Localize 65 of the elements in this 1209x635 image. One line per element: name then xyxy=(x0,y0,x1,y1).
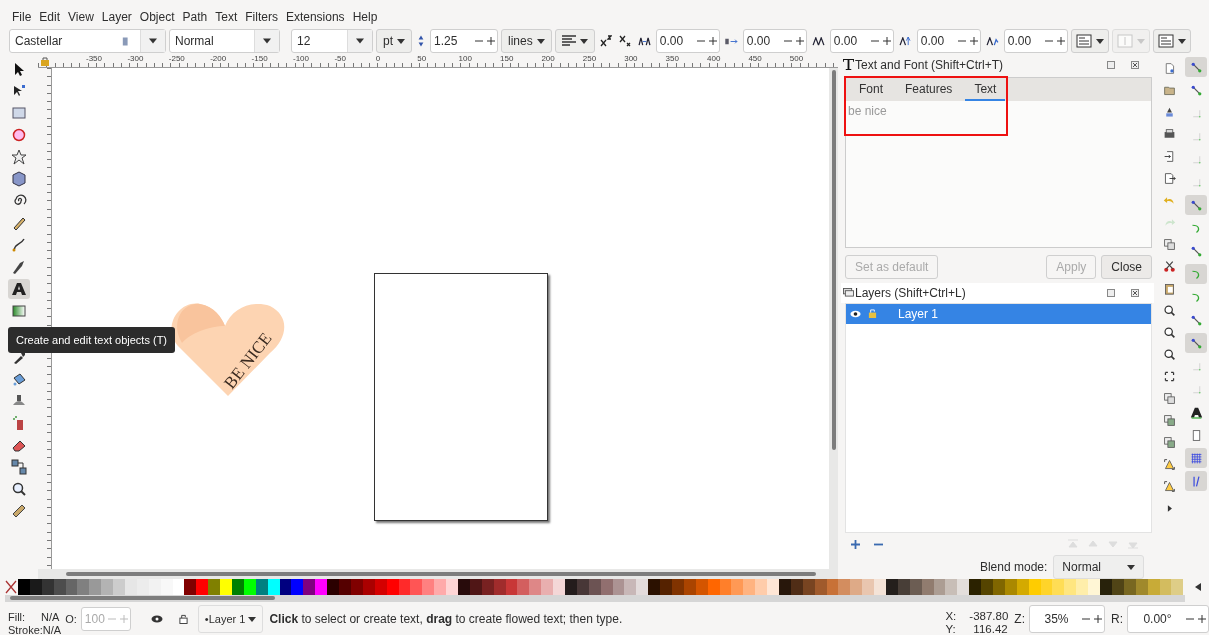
layer-row[interactable]: Layer 1 xyxy=(846,303,1151,324)
fill-value: N/A xyxy=(41,611,60,624)
font-size-combo[interactable]: 12 xyxy=(291,29,373,53)
character-rotation-field[interactable]: 0.00 xyxy=(1003,29,1068,53)
ruler-label: 500 xyxy=(789,54,804,63)
blend-mode-label: Blend mode: xyxy=(979,560,1048,574)
kerning-field[interactable]: 0.00 xyxy=(829,29,894,53)
x-label: X: xyxy=(945,610,957,623)
vertical-shift-field[interactable]: 0.00 xyxy=(916,29,981,53)
opacity-label: O: xyxy=(65,613,77,625)
ruler-label: -100 xyxy=(293,54,309,63)
stroke-label: Stroke: xyxy=(8,624,43,635)
layer-name: Layer 1 xyxy=(898,306,939,321)
status-message: Click to select or create text, drag to create flowed text; then type. xyxy=(269,612,624,626)
tooltip: Create and edit text objects (T) xyxy=(8,327,175,353)
ruler-label: -50 xyxy=(334,54,346,63)
dialog-title: Layers (Shift+Ctrl+L) xyxy=(855,285,967,300)
dialog-tab[interactable]: Text xyxy=(965,77,1006,101)
rotation-label: R: xyxy=(1111,612,1123,626)
dialog-tab[interactable]: Features xyxy=(896,77,962,101)
unit-dropdown[interactable]: pt xyxy=(376,29,412,53)
font-style-combo[interactable]: Normal xyxy=(169,29,280,53)
ruler-label: 400 xyxy=(707,54,721,63)
ruler-label: 450 xyxy=(748,54,762,63)
stroke-value: N/A xyxy=(42,624,62,635)
menu-item[interactable]: Help xyxy=(348,10,382,24)
ruler-label: 200 xyxy=(541,54,555,63)
menu-item[interactable]: Object xyxy=(135,10,179,24)
menu-item[interactable]: Layer xyxy=(97,10,136,24)
layer-dropdown[interactable]: •Layer 1 xyxy=(197,605,264,633)
ruler-label: -350 xyxy=(86,54,102,63)
menu-item[interactable]: View xyxy=(64,10,98,24)
zoom-field[interactable]: 35% xyxy=(1029,605,1105,633)
ruler-label: -300 xyxy=(127,54,144,63)
ruler-label: -150 xyxy=(251,54,268,63)
ruler-label: 350 xyxy=(665,54,679,63)
fill-label: Fill: xyxy=(8,611,26,624)
menu-item[interactable]: Extensions xyxy=(281,10,349,24)
menu-item[interactable]: Path xyxy=(178,10,212,24)
ruler-label: 100 xyxy=(458,54,472,63)
line-spacing-unit-dropdown[interactable]: lines xyxy=(501,29,552,53)
menu-item[interactable]: Text xyxy=(211,10,242,24)
blend-mode-dropdown[interactable]: Normal xyxy=(1053,555,1144,579)
font-family-combo[interactable]: Castellar xyxy=(9,29,166,53)
word-spacing-field[interactable]: 0.00 xyxy=(742,29,807,53)
menu-item[interactable]: Filters xyxy=(241,10,282,24)
ruler-label: 0 xyxy=(375,54,381,63)
y-label: Y: xyxy=(945,623,956,635)
ruler-label: -200 xyxy=(210,54,227,63)
ruler-label: 250 xyxy=(582,54,597,63)
line-spacing-field[interactable]: 1.25 xyxy=(430,29,498,53)
ruler-label: 50 xyxy=(417,54,427,63)
letter-spacing-field[interactable]: 0.00 xyxy=(655,29,720,53)
dialog-tab[interactable]: Font xyxy=(850,77,892,101)
ruler-label: -250 xyxy=(168,54,185,63)
ruler-label: 300 xyxy=(624,54,638,63)
dialog-button[interactable]: Close xyxy=(1101,254,1152,279)
y-coordinate: 116.42 xyxy=(972,623,1008,635)
menu-item[interactable]: Edit xyxy=(35,10,65,24)
ruler-label: 150 xyxy=(500,54,514,63)
rotation-field[interactable]: 0.00° xyxy=(1127,605,1209,633)
zoom-label: Z: xyxy=(1014,612,1025,626)
dialog-title: Text and Font (Shift+Ctrl+T) xyxy=(855,57,1005,72)
x-coordinate: -387.80 xyxy=(968,610,1009,623)
menu-item[interactable]: File xyxy=(8,10,36,24)
